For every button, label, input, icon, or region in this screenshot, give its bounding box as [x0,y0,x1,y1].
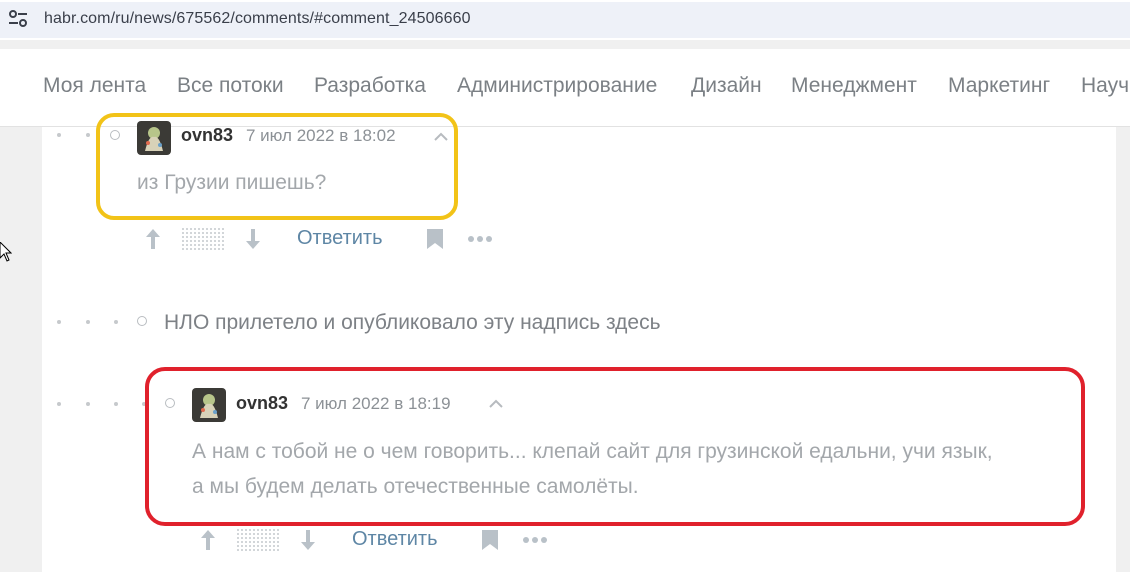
nav-item-design[interactable]: Дизайн [691,74,762,98]
upvote-icon[interactable] [145,228,161,250]
downvote-icon[interactable] [245,228,261,250]
nav-item-my-feed[interactable]: Моя лента [43,74,146,98]
nav-item-administration[interactable]: Администрирование [457,74,657,98]
more-icon[interactable] [522,536,548,544]
nav-item-development[interactable]: Разработка [314,74,426,98]
downvote-icon[interactable] [300,529,316,551]
upvote-icon[interactable] [200,529,216,551]
comment-score [236,528,280,552]
mouse-cursor-icon [0,242,12,262]
tune-icon[interactable] [8,10,28,28]
reply-button[interactable]: Ответить [297,227,383,250]
highlight-box-red [145,367,1085,526]
nav-item-all-streams[interactable]: Все потоки [177,74,284,98]
bookmark-icon[interactable] [426,228,444,250]
nav-item-marketing[interactable]: Маркетинг [948,74,1050,98]
browser-address-bar: habr.com/ru/news/675562/comments/#commen… [0,0,1130,40]
reply-button[interactable]: Ответить [352,528,438,551]
bookmark-icon[interactable] [481,529,499,551]
thread-node-icon [137,316,147,326]
nav-item-science[interactable]: Науч [1081,74,1129,98]
nav-item-management[interactable]: Менеджмент [791,74,917,98]
ufo-placeholder-text: НЛО прилетело и опубликовало эту надпись… [164,311,661,334]
url-text[interactable]: habr.com/ru/news/675562/comments/#commen… [44,10,471,28]
highlight-box-yellow [96,113,458,220]
comment-score [181,227,225,251]
more-icon[interactable] [467,235,493,243]
